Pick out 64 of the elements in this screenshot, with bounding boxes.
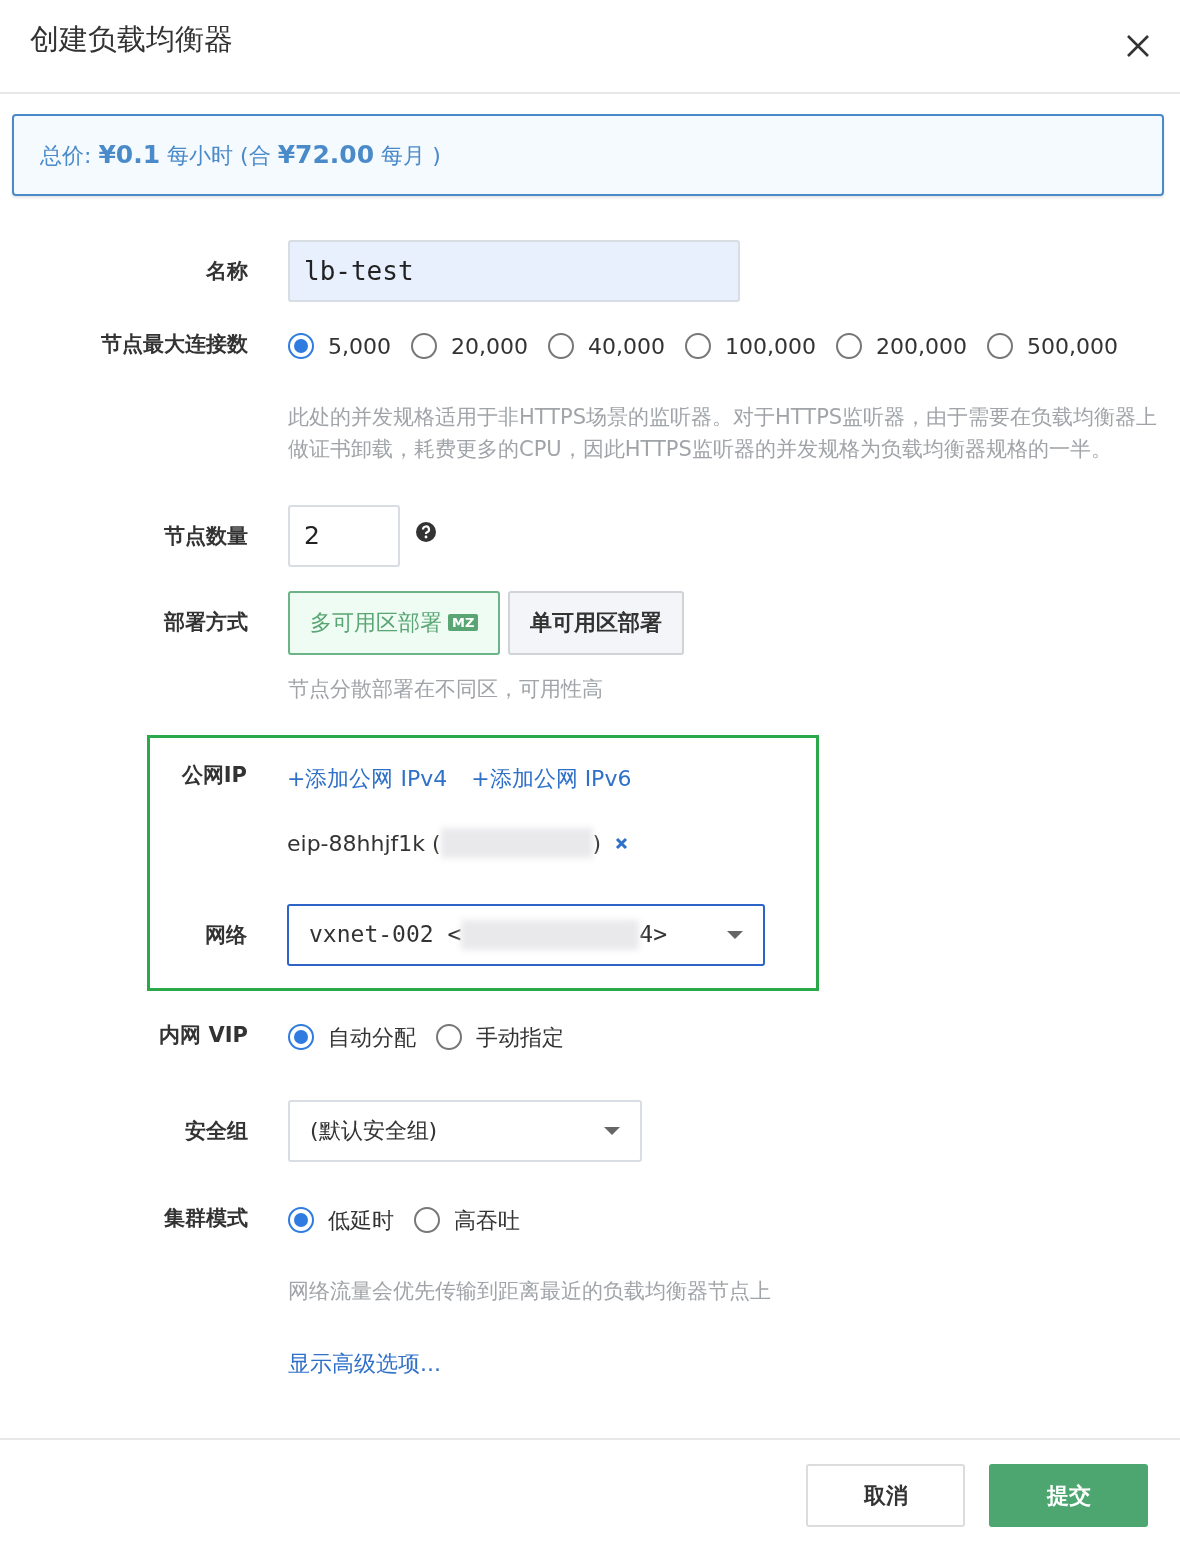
field-label: 集群模式 bbox=[163, 1204, 249, 1231]
eip-suffix: ) bbox=[592, 829, 602, 858]
radio-option[interactable]: 20,000 bbox=[411, 329, 528, 363]
radio-button[interactable] bbox=[288, 1207, 314, 1233]
field-label: 公网IP bbox=[180, 761, 248, 788]
dialog-title: 创建负载均衡器 bbox=[30, 21, 233, 59]
dropdown-select[interactable]: vxnet-002 < 4> bbox=[287, 903, 765, 966]
name-input[interactable]: lb-test bbox=[288, 239, 740, 302]
field-label: 节点最大连接数 bbox=[100, 330, 249, 357]
radio-label: 手动指定 bbox=[476, 1023, 564, 1052]
field-label: 网络 bbox=[204, 921, 248, 948]
radio-option[interactable]: 高吞吐 bbox=[414, 1203, 520, 1237]
close-icon[interactable] bbox=[1126, 34, 1150, 58]
caret-icon bbox=[727, 930, 743, 939]
radio-label: 20,000 bbox=[451, 332, 528, 361]
radio-option[interactable]: 100,000 bbox=[684, 329, 816, 363]
help-text: 网络流量会优先传输到距离最近的负载均衡器节点上 bbox=[288, 1277, 772, 1305]
field-label: 内网 VIP bbox=[158, 1021, 249, 1048]
number-input[interactable]: 2 bbox=[288, 504, 400, 567]
select-value: (默认安全组) bbox=[310, 1117, 438, 1145]
radio-option[interactable]: 200,000 bbox=[835, 329, 967, 363]
radio-option[interactable]: 40,000 bbox=[547, 329, 665, 363]
caret-icon bbox=[604, 1126, 620, 1135]
radio-label: 200,000 bbox=[875, 332, 967, 361]
radio-button[interactable] bbox=[411, 333, 437, 359]
radio-label: 5,000 bbox=[328, 332, 391, 361]
radio-option[interactable]: 自动分配 bbox=[288, 1020, 416, 1054]
eip-name: eip-88hhjf1k ( bbox=[287, 829, 441, 858]
field-label: 节点数量 bbox=[163, 522, 249, 549]
radio-option[interactable]: 手动指定 bbox=[436, 1020, 564, 1054]
field-label: 部署方式 bbox=[162, 608, 249, 635]
radio-label: 500,000 bbox=[1026, 332, 1118, 361]
add-ip-link[interactable]: +添加公网 IPv4 bbox=[287, 761, 448, 795]
help-text: 此处的并发规格适用于非HTTPS场景的监听器。对于HTTPS监听器，由于需要在负载均衡器上做证书卸载，耗费更多的CPU，因此HTTPS监听器的并发规格为负载均衡器规格的一半。 bbox=[288, 403, 1159, 463]
badge-label: MZ bbox=[448, 614, 479, 631]
radio-button[interactable] bbox=[986, 333, 1013, 359]
radio-option[interactable]: 5,000 bbox=[288, 329, 391, 363]
field-label: 安全组 bbox=[184, 1117, 249, 1144]
select-value: vxnet-002 < bbox=[309, 920, 462, 950]
radio-button[interactable] bbox=[288, 333, 314, 359]
help-icon[interactable] bbox=[416, 521, 436, 542]
radio-button[interactable] bbox=[835, 333, 862, 359]
price-summary: 总价: ¥0.1 每小时 (合 ¥72.00 每月 ) bbox=[12, 114, 1164, 196]
radio-option[interactable]: 低延时 bbox=[288, 1203, 394, 1237]
deploy-option-button[interactable]: 单可用区部署 bbox=[508, 590, 685, 655]
radio-label: 自动分配 bbox=[328, 1023, 416, 1052]
add-ip-link[interactable]: +添加公网 IPv6 bbox=[471, 761, 632, 795]
radio-button[interactable] bbox=[547, 333, 574, 359]
radio-button[interactable] bbox=[288, 1024, 314, 1050]
cancel-button[interactable]: 取消 bbox=[806, 1463, 965, 1527]
field-label: 名称 bbox=[205, 257, 249, 284]
remove-icon[interactable] bbox=[615, 836, 629, 850]
dropdown-select[interactable]: (默认安全组) bbox=[288, 1099, 642, 1162]
radio-option[interactable]: 500,000 bbox=[986, 329, 1118, 363]
select-value: 4> bbox=[639, 920, 668, 950]
help-text: 节点分散部署在不同区，可用性高 bbox=[288, 675, 604, 703]
radio-label: 低延时 bbox=[328, 1206, 394, 1235]
radio-label: 100,000 bbox=[724, 332, 816, 361]
radio-button[interactable] bbox=[436, 1024, 462, 1050]
radio-label: 40,000 bbox=[587, 332, 665, 361]
radio-button[interactable] bbox=[414, 1207, 440, 1233]
advanced-options-link[interactable]: 显示高级选项... bbox=[288, 1350, 441, 1376]
radio-button[interactable] bbox=[684, 333, 711, 359]
radio-label: 高吞吐 bbox=[454, 1206, 520, 1235]
